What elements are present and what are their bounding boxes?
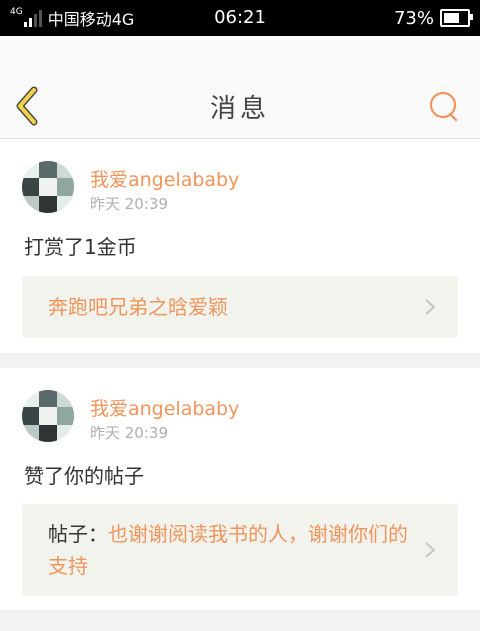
ref-title: 奔跑吧兄弟之晗爱颖 — [48, 295, 228, 319]
message-time: 昨天 20:39 — [90, 195, 168, 213]
chevron-right-icon — [425, 542, 436, 558]
battery-fill — [444, 13, 459, 23]
avatar[interactable] — [22, 390, 74, 442]
battery-percent: 73% — [393, 7, 434, 29]
page-title: 消息 — [209, 94, 270, 124]
search-icon — [429, 91, 458, 122]
username-link[interactable]: 我爱angelababy — [90, 394, 239, 421]
referenced-post[interactable]: 帖子：也谢谢阅读我书的人，谢谢你们的支持 — [22, 504, 458, 596]
referenced-post-text: 帖子：也谢谢阅读我书的人，谢谢你们的支持 — [48, 518, 412, 582]
message-text: 打赏了1金币 — [24, 235, 137, 259]
search-button[interactable] — [428, 90, 460, 122]
message-card: 我爱angelababy 昨天 20:39 赞了你的帖子 帖子：也谢谢阅读我书的… — [0, 368, 480, 610]
ref-prefix: 帖子： — [48, 522, 108, 546]
message-text: 赞了你的帖子 — [24, 464, 144, 488]
referenced-post[interactable]: 奔跑吧兄弟之晗爱颖 — [22, 276, 458, 338]
username-link[interactable]: 我爱angelababy — [90, 165, 239, 192]
message-card: 我爱angelababy 昨天 20:39 打赏了1金币 奔跑吧兄弟之晗爱颖 — [0, 139, 480, 353]
battery-icon — [440, 9, 473, 27]
message-time: 昨天 20:39 — [90, 424, 168, 442]
header: 消息 — [0, 36, 480, 139]
avatar[interactable] — [22, 161, 74, 213]
status-bar: 4G 中国移动4G 06:21 73% — [0, 0, 480, 36]
status-right: 73% — [393, 0, 473, 36]
chevron-right-icon — [425, 299, 436, 315]
referenced-post-text: 奔跑吧兄弟之晗爱颖 — [48, 291, 412, 323]
